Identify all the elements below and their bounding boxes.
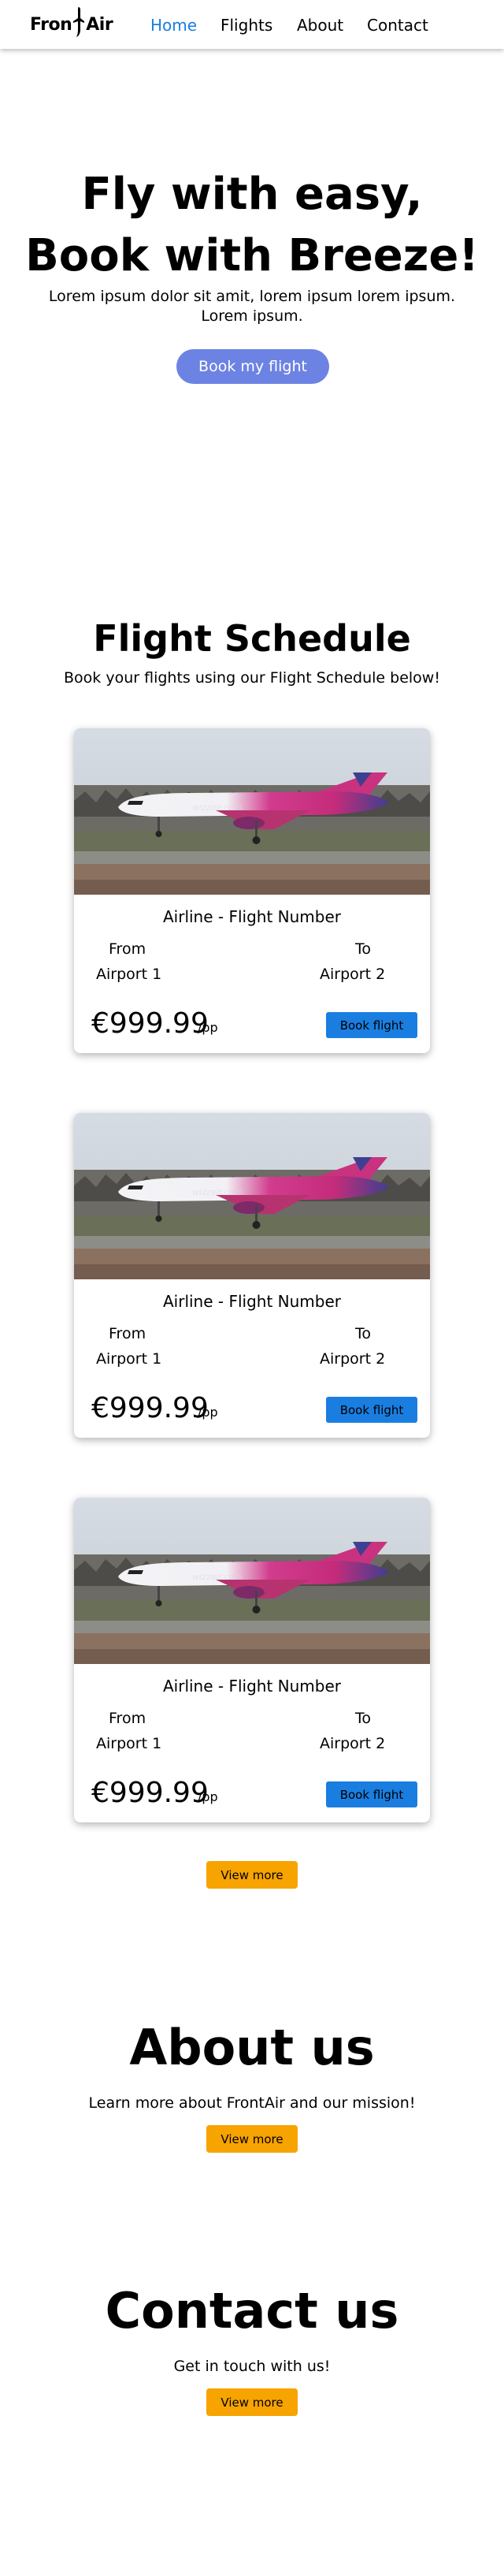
contact-title: Contact us bbox=[105, 2282, 399, 2340]
book-flight-button[interactable]: Book flight bbox=[326, 1397, 417, 1423]
flight-price: €999.99 bbox=[91, 1777, 209, 1809]
flight-card: wizzair.com Airline - Flight Number From… bbox=[74, 1498, 430, 1822]
flight-schedule-subtitle: Book your flights using our Flight Sched… bbox=[64, 669, 440, 687]
about-title: About us bbox=[129, 2019, 375, 2076]
flight-schedule-title: Flight Schedule bbox=[93, 617, 411, 660]
price-per-person-unit: /pp bbox=[198, 1405, 218, 1420]
airplane-photo: wizzair.com bbox=[74, 1113, 430, 1279]
svg-text:wizzair.com: wizzair.com bbox=[192, 1187, 243, 1197]
book-my-flight-button[interactable]: Book my flight bbox=[176, 349, 329, 384]
to-label: To bbox=[355, 940, 372, 958]
from-airport: Airport 1 bbox=[96, 966, 162, 983]
contact-view-more-button[interactable]: View more bbox=[206, 2388, 298, 2416]
to-airport: Airport 2 bbox=[320, 966, 386, 983]
nav-link-home[interactable]: Home bbox=[150, 16, 197, 35]
hero-subtitle: Lorem ipsum dolor sit amit, lorem ipsum … bbox=[48, 288, 456, 325]
to-airport: Airport 2 bbox=[320, 1735, 386, 1752]
airplane-photo: wizzair.com bbox=[74, 728, 430, 895]
hero-title-line-1: Fly with easy, bbox=[81, 169, 423, 220]
nav-link-contact[interactable]: Contact bbox=[367, 16, 428, 35]
view-more-flights-button[interactable]: View more bbox=[206, 1861, 298, 1889]
from-label: From bbox=[109, 940, 146, 958]
flight-card: wizzair.com Airline - Flight Number From… bbox=[74, 1113, 430, 1438]
book-flight-button[interactable]: Book flight bbox=[326, 1012, 417, 1038]
from-airport: Airport 1 bbox=[96, 1735, 162, 1752]
from-label: From bbox=[109, 1710, 146, 1727]
flight-price: €999.99 bbox=[91, 1007, 209, 1040]
flight-card: wizzair.com Airline - Flight Number From… bbox=[74, 728, 430, 1053]
flight-card-heading: Airline - Flight Number bbox=[162, 907, 341, 926]
about-subtitle: Learn more about FrontAir and our missio… bbox=[88, 2094, 416, 2112]
nav-link-about[interactable]: About bbox=[297, 16, 343, 35]
price-per-person-unit: /pp bbox=[198, 1020, 218, 1035]
hero-title: Fly with easy, Book with Breeze! bbox=[0, 164, 504, 287]
price-per-person-unit: /pp bbox=[198, 1789, 218, 1804]
flight-card-heading: Airline - Flight Number bbox=[162, 1292, 341, 1311]
nav-link-flights[interactable]: Flights bbox=[220, 16, 272, 35]
hero-title-line-2: Book with Breeze! bbox=[25, 230, 479, 281]
from-airport: Airport 1 bbox=[96, 1350, 162, 1368]
about-view-more-button[interactable]: View more bbox=[206, 2125, 298, 2153]
svg-text:wizzair.com: wizzair.com bbox=[192, 802, 243, 813]
to-label: To bbox=[355, 1325, 372, 1342]
flight-card-heading: Airline - Flight Number bbox=[162, 1677, 341, 1696]
logo-text-fron: Fron bbox=[30, 15, 72, 35]
to-label: To bbox=[355, 1710, 372, 1727]
book-flight-button[interactable]: Book flight bbox=[326, 1781, 417, 1807]
from-label: From bbox=[109, 1325, 146, 1342]
svg-text:wizzair.com: wizzair.com bbox=[192, 1572, 243, 1582]
to-airport: Airport 2 bbox=[320, 1350, 386, 1368]
airplane-logo-icon bbox=[73, 7, 85, 37]
flight-price: €999.99 bbox=[91, 1392, 209, 1424]
airplane-photo: wizzair.com bbox=[74, 1498, 430, 1664]
navbar: Fron Air Home Flights About Contact bbox=[0, 0, 504, 49]
logo-text-air: Air bbox=[86, 15, 113, 35]
contact-subtitle: Get in touch with us! bbox=[173, 2358, 331, 2375]
frontair-logo[interactable]: Fron Air bbox=[30, 7, 113, 37]
